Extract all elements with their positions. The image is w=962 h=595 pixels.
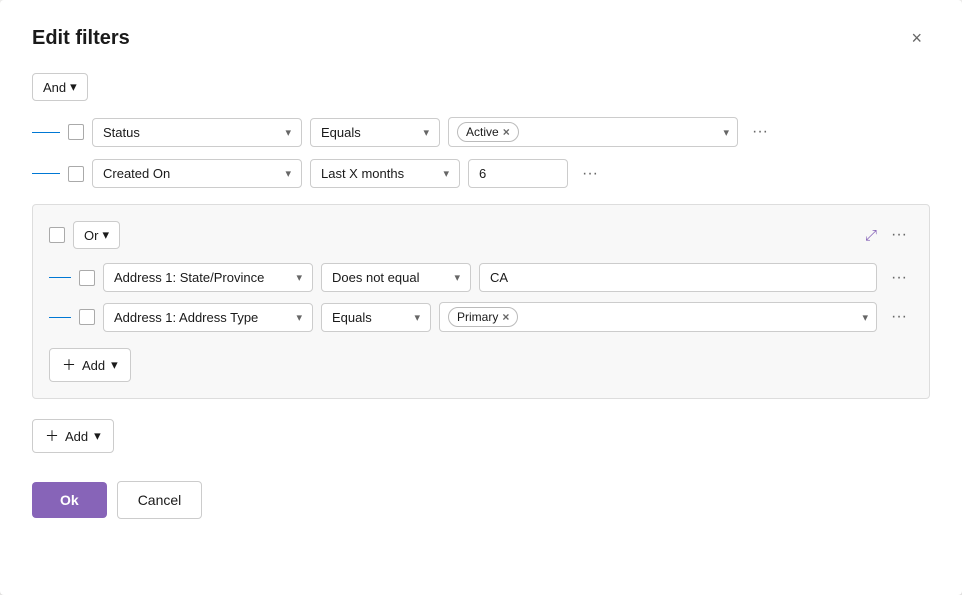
- or-row2-operator-label: Equals: [332, 310, 372, 325]
- row1-field-dropdown[interactable]: Status ▾: [92, 118, 302, 147]
- or-add-chevron: ▾: [111, 357, 118, 373]
- close-button[interactable]: ×: [903, 24, 930, 53]
- row1-tag-text: Active: [466, 125, 499, 139]
- row1-field-chevron: ▾: [285, 126, 291, 139]
- or-group-left: Or ▾: [49, 221, 120, 249]
- row2-field-label: Created On: [103, 166, 170, 181]
- or-row1-more-button[interactable]: ···: [885, 265, 913, 291]
- or-row2-value-tag: Primary ×: [448, 307, 518, 327]
- or-row2-value-chevron: ▾: [862, 311, 868, 324]
- row1-operator-label: Equals: [321, 125, 361, 140]
- or-row2-value-field[interactable]: Primary × ▾: [439, 302, 877, 332]
- or-row2-tag-text: Primary: [457, 310, 498, 324]
- or-row2-operator-chevron: ▾: [414, 311, 420, 324]
- row2-value-input[interactable]: [468, 159, 568, 188]
- row1-checkbox[interactable]: [68, 124, 84, 140]
- cancel-button[interactable]: Cancel: [117, 481, 203, 519]
- row1-value-chevron: ▾: [723, 126, 729, 139]
- or-row2-connector: [49, 317, 71, 318]
- row1-connector: [32, 132, 60, 133]
- row2-field-chevron: ▾: [285, 167, 291, 180]
- dialog-footer: Ok Cancel: [32, 481, 930, 519]
- filter-row-1: Status ▾ Equals ▾ Active × ▾ ···: [32, 117, 930, 147]
- row1-field-label: Status: [103, 125, 140, 140]
- row1-more-button[interactable]: ···: [746, 119, 774, 145]
- or-row2-field-chevron: ▾: [296, 311, 302, 324]
- or-group-header: Or ▾ ⤢ ···: [49, 221, 913, 249]
- main-add-chevron: ▾: [94, 428, 101, 444]
- row1-operator-chevron: ▾: [423, 126, 429, 139]
- or-filter-row-2: Address 1: Address Type ▾ Equals ▾ Prima…: [49, 302, 913, 332]
- or-row2-tag-remove[interactable]: ×: [502, 310, 509, 324]
- main-add-icon: ＋: [45, 426, 59, 446]
- main-add-label: Add: [65, 429, 88, 444]
- or-row1-operator-dropdown[interactable]: Does not equal ▾: [321, 263, 471, 292]
- or-group-checkbox[interactable]: [49, 227, 65, 243]
- and-chevron: ▾: [70, 79, 77, 95]
- or-row2-checkbox[interactable]: [79, 309, 95, 325]
- or-add-label: Add: [82, 358, 105, 373]
- row1-operator-dropdown[interactable]: Equals ▾: [310, 118, 440, 147]
- and-label: And: [43, 80, 66, 95]
- filter-row-2: Created On ▾ Last X months ▾ ···: [32, 159, 930, 188]
- or-group-more-button[interactable]: ···: [885, 222, 913, 248]
- or-row1-value-input[interactable]: [479, 263, 877, 292]
- or-group-right: ⤢ ···: [865, 222, 913, 248]
- or-row1-field-label: Address 1: State/Province: [114, 270, 264, 285]
- row1-tag-remove[interactable]: ×: [503, 125, 510, 139]
- row2-operator-dropdown[interactable]: Last X months ▾: [310, 159, 460, 188]
- or-filter-row-1: Address 1: State/Province ▾ Does not equ…: [49, 263, 913, 292]
- or-group: Or ▾ ⤢ ··· Address 1: State/Province ▾ D…: [32, 204, 930, 399]
- or-group-add-button[interactable]: ＋ Add ▾: [49, 348, 131, 382]
- row2-field-dropdown[interactable]: Created On ▾: [92, 159, 302, 188]
- row1-value-tag: Active ×: [457, 122, 519, 142]
- row2-checkbox[interactable]: [68, 166, 84, 182]
- edit-filters-dialog: Edit filters × And ▾ Status ▾ Equals ▾ A…: [0, 0, 962, 595]
- or-operator-button[interactable]: Or ▾: [73, 221, 120, 249]
- or-label: Or: [84, 228, 98, 243]
- ok-button[interactable]: Ok: [32, 482, 107, 518]
- or-row1-checkbox[interactable]: [79, 270, 95, 286]
- or-row1-field-dropdown[interactable]: Address 1: State/Province ▾: [103, 263, 313, 292]
- collapse-icon[interactable]: ⤢: [865, 227, 877, 244]
- or-row2-field-label: Address 1: Address Type: [114, 310, 258, 325]
- row2-operator-chevron: ▾: [443, 167, 449, 180]
- row2-connector: [32, 173, 60, 174]
- dialog-header: Edit filters ×: [32, 24, 930, 53]
- or-row1-operator-label: Does not equal: [332, 270, 419, 285]
- and-operator-button[interactable]: And ▾: [32, 73, 88, 101]
- or-row2-operator-dropdown[interactable]: Equals ▾: [321, 303, 431, 332]
- row2-more-button[interactable]: ···: [576, 161, 604, 187]
- row2-operator-label: Last X months: [321, 166, 404, 181]
- or-row1-operator-chevron: ▾: [454, 271, 460, 284]
- or-add-icon: ＋: [62, 355, 76, 375]
- or-row2-more-button[interactable]: ···: [885, 304, 913, 330]
- dialog-title: Edit filters: [32, 27, 130, 50]
- main-add-button[interactable]: ＋ Add ▾: [32, 419, 114, 453]
- or-row1-connector: [49, 277, 71, 278]
- or-row1-field-chevron: ▾: [296, 271, 302, 284]
- row1-value-field[interactable]: Active × ▾: [448, 117, 738, 147]
- or-chevron: ▾: [102, 227, 109, 243]
- or-row2-field-dropdown[interactable]: Address 1: Address Type ▾: [103, 303, 313, 332]
